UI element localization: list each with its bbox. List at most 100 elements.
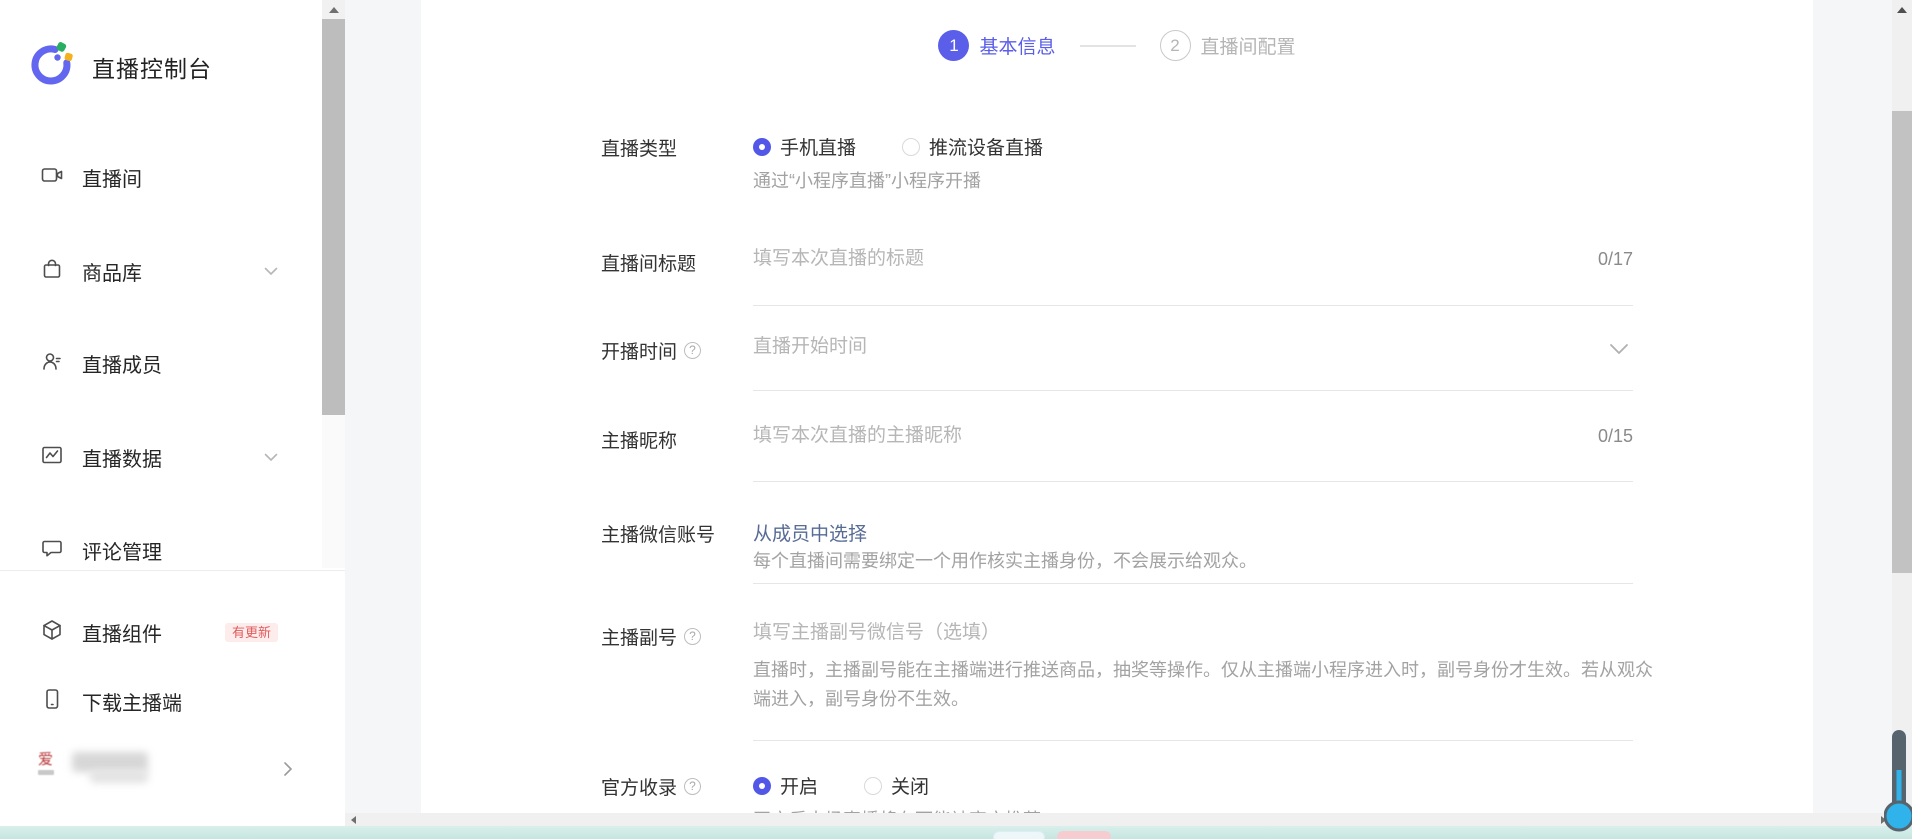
sidebar: 直播控制台 直播间 商品库 直播成员 [0, 0, 345, 826]
taskbar-button-light[interactable] [993, 831, 1045, 839]
sidebar-item-label: 评论管理 [82, 536, 162, 565]
chevron-down-icon [264, 267, 278, 276]
official-help-clipped: 开启后本场直播将有可能被官方推荐 [753, 806, 1041, 813]
radio-label: 开启 [780, 772, 818, 799]
chevron-down-icon [264, 453, 278, 462]
app-title: 直播控制台 [92, 50, 212, 84]
avatar-subtext-blur [38, 770, 54, 775]
field-underline [753, 583, 1633, 584]
chart-icon [40, 443, 64, 472]
nickname-counter: 0/15 [1531, 426, 1633, 447]
sidebar-item-label: 直播间 [82, 163, 142, 192]
triangle-up-icon [329, 7, 339, 13]
label-text: 直播类型 [601, 134, 677, 161]
radio-option-phone-live[interactable]: 手机直播 [753, 133, 856, 160]
radio-option-push-stream[interactable]: 推流设备直播 [902, 133, 1043, 160]
cube-icon [40, 618, 64, 647]
nickname-input[interactable] [753, 421, 1573, 451]
vertical-scrollbar-thumb[interactable] [1892, 111, 1912, 573]
official-label: 官方收录 ? [601, 773, 701, 800]
create-live-room-form: 1 基本信息 2 直播间配置 直播类型 手机直播 推流设备直播 通过“小程序直播… [421, 0, 1813, 813]
sidebar-item-comment-management[interactable]: 评论管理 [40, 536, 278, 564]
help-question-icon[interactable]: ? [684, 778, 701, 795]
scroll-up-arrow-icon[interactable] [1897, 7, 1907, 13]
radio-option-on[interactable]: 开启 [753, 772, 818, 799]
redacted-account-name-2 [90, 770, 148, 783]
radio-option-off[interactable]: 关闭 [864, 772, 929, 799]
sidebar-item-label: 下载主播端 [82, 687, 182, 716]
choose-from-members-link[interactable]: 从成员中选择 [753, 519, 867, 546]
field-underline [753, 740, 1633, 741]
room-title-input[interactable] [753, 244, 1573, 274]
label-text: 官方收录 [601, 773, 677, 800]
start-time-select[interactable] [753, 332, 1573, 362]
comment-icon [40, 536, 64, 565]
radio-unselected-icon[interactable] [864, 777, 882, 795]
sidebar-item-live-members[interactable]: 直播成员 [40, 349, 278, 377]
sub-account-input[interactable] [753, 618, 1573, 648]
sidebar-item-label: 直播组件 [82, 618, 162, 647]
avatar-glyph: 爱 [38, 752, 62, 767]
app-logo-row: 直播控制台 [30, 40, 212, 93]
shopping-bag-icon [40, 257, 64, 286]
horizontal-scrollbar[interactable] [345, 813, 1892, 826]
start-time-label: 开播时间 ? [601, 337, 701, 364]
account-avatar: 爱 [38, 752, 62, 786]
sidebar-scroll-up-button[interactable] [322, 0, 345, 20]
account-switcher[interactable]: 爱 [38, 748, 293, 790]
sub-account-help: 直播时，主播副号能在主播端进行推送商品，抽奖等操作。仅从主播端小程序进入时，副号… [753, 656, 1658, 714]
sidebar-scrollbar-thumb[interactable] [322, 19, 345, 415]
sidebar-item-label: 商品库 [82, 257, 142, 286]
step-2-circle: 2 [1160, 30, 1191, 61]
member-icon [40, 349, 64, 378]
live-type-label: 直播类型 [601, 134, 677, 161]
radio-unselected-icon[interactable] [902, 138, 920, 156]
radio-label: 关闭 [891, 772, 929, 799]
anchor-account-help: 每个直播间需要绑定一个用作核实主播身份，不会展示给观众。 [753, 547, 1257, 573]
sidebar-scrollbar[interactable] [322, 0, 345, 568]
sidebar-item-live-data[interactable]: 直播数据 [40, 443, 278, 471]
radio-selected-icon[interactable] [753, 138, 771, 156]
redacted-account-name [72, 752, 148, 772]
chevron-down-icon[interactable] [1609, 342, 1629, 360]
bottom-taskbar-strip [0, 826, 1912, 839]
label-text: 直播间标题 [601, 249, 696, 276]
step-basic-info: 1 基本信息 [938, 30, 1055, 61]
label-text: 主播昵称 [601, 426, 677, 453]
nickname-label: 主播昵称 [601, 426, 677, 453]
stepper: 1 基本信息 2 直播间配置 [421, 30, 1813, 61]
sidebar-item-live-components[interactable]: 直播组件 有更新 [40, 618, 278, 646]
label-text: 开播时间 [601, 337, 677, 364]
radio-selected-icon[interactable] [753, 777, 771, 795]
camera-icon [40, 163, 64, 192]
help-question-icon[interactable]: ? [684, 628, 701, 645]
label-text: 主播微信账号 [601, 520, 715, 547]
thermometer-overlay-icon [1884, 728, 1912, 839]
stepper-connector [1080, 45, 1136, 47]
vertical-scrollbar[interactable] [1892, 0, 1912, 839]
step-1-circle: 1 [938, 30, 969, 61]
radio-label: 推流设备直播 [929, 133, 1043, 160]
help-question-icon[interactable]: ? [684, 342, 701, 359]
radio-label: 手机直播 [780, 133, 856, 160]
field-underline [753, 305, 1633, 306]
live-type-radio-group: 手机直播 推流设备直播 [753, 133, 1043, 160]
sub-account-label: 主播副号 ? [601, 623, 701, 650]
update-badge: 有更新 [225, 623, 278, 642]
sidebar-item-download-anchor-app[interactable]: 下载主播端 [40, 687, 278, 715]
room-title-counter: 0/17 [1531, 249, 1633, 270]
field-underline [753, 390, 1633, 391]
live-type-help: 通过“小程序直播”小程序开播 [753, 167, 981, 193]
step-room-config: 2 直播间配置 [1160, 30, 1296, 61]
sidebar-item-product-library[interactable]: 商品库 [40, 257, 278, 285]
label-text: 主播副号 [601, 623, 677, 650]
room-title-label: 直播间标题 [601, 249, 696, 276]
step-2-label: 直播间配置 [1201, 32, 1296, 59]
field-underline [753, 481, 1633, 482]
sidebar-divider [0, 570, 345, 571]
sidebar-item-live-room[interactable]: 直播间 [40, 163, 278, 191]
scroll-left-arrow-icon[interactable] [351, 816, 356, 824]
taskbar-button-pink[interactable] [1057, 831, 1111, 839]
app-logo-icon [30, 40, 78, 93]
step-1-label: 基本信息 [979, 32, 1055, 59]
